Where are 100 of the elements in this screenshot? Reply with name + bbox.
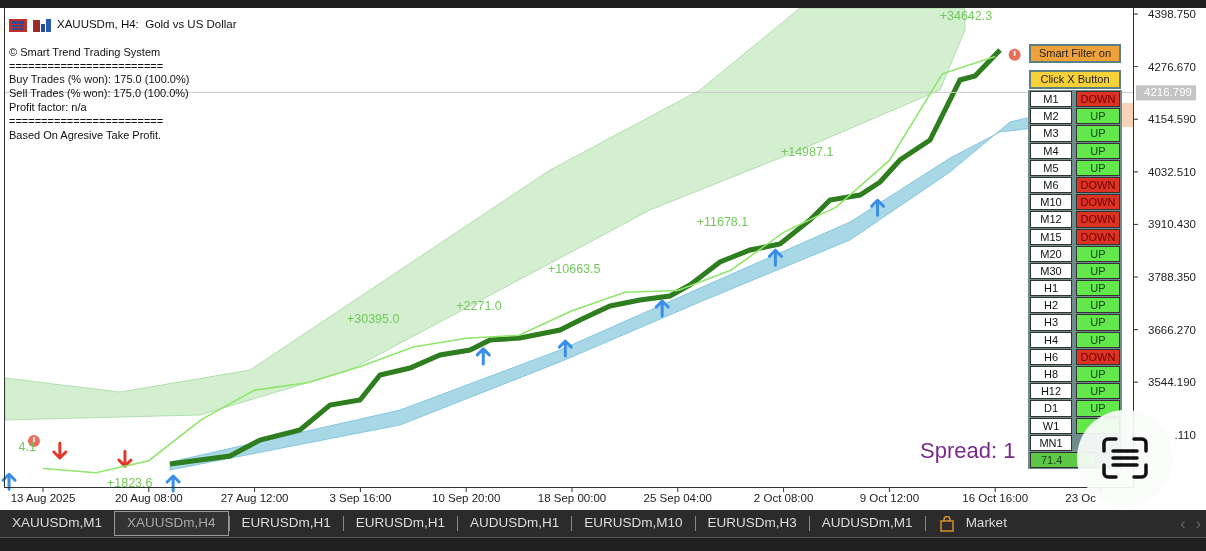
trend-cell: UP — [1076, 383, 1120, 400]
trend-cell: UP — [1076, 159, 1120, 176]
axis-label: 20 Aug 08:00 — [114, 492, 183, 504]
arrow-up-icon — [767, 248, 783, 267]
profit-label: +14987.1 — [780, 145, 834, 160]
info-text: ======================== — [9, 59, 165, 74]
arrow-up-icon — [165, 474, 181, 493]
timeframe-label: H3 — [1030, 314, 1072, 331]
axis-label: 3788.350 — [1148, 271, 1196, 283]
arrow-down-icon — [117, 449, 133, 468]
timeframe-label: H8 — [1030, 366, 1072, 383]
action-button[interactable]: Click X Button — [1029, 70, 1121, 89]
profit-label: +2271.0 — [456, 299, 502, 314]
axis-label: 3666.270 — [1148, 323, 1196, 336]
chart-tab[interactable]: EURUSDm,H1 — [343, 510, 458, 537]
info-text: Based On Agresive Take Profit. — [9, 128, 163, 143]
table-icon — [9, 18, 27, 32]
trend-cell: DOWN — [1076, 194, 1120, 211]
trend-cell: UP — [1076, 142, 1120, 159]
chart-tab[interactable]: EURUSDm,H3 — [695, 510, 809, 537]
arrow-down-icon — [52, 441, 68, 460]
profit-label: +1823.6 — [106, 476, 153, 491]
timeframe-label: H1 — [1030, 280, 1072, 297]
axis-label: 27 Aug 12:00 — [220, 492, 289, 504]
info-text: © Smart Trend Trading System — [9, 45, 162, 60]
market-tab[interactable]: Market — [925, 510, 1019, 537]
arrow-up-icon — [870, 198, 886, 217]
arrow-up-icon — [557, 339, 573, 358]
info-text: Profit factor: n/a — [9, 101, 88, 115]
info-text: Sell Trades (% won): 175.0 (100.0%) — [9, 87, 190, 101]
timeframe-label: M4 — [1030, 142, 1072, 159]
axis-label: .110 — [1174, 428, 1196, 441]
filter-button[interactable]: Smart Filter on — [1029, 44, 1121, 63]
axis-label: 4398.750 — [1148, 8, 1196, 20]
axis-label: 3544.190 — [1148, 376, 1196, 389]
axis-label: 23 Oc — [1065, 492, 1096, 504]
timeframe-label: W1 — [1030, 417, 1072, 434]
trend-cell: UP — [1076, 366, 1120, 383]
profit-label: +34642.3 — [939, 9, 993, 24]
axis-label: 13 Aug 2025 — [10, 492, 76, 504]
profit-label: +11678.1 — [696, 215, 749, 229]
profit-label: 4.1 — [18, 439, 36, 454]
chart-tab[interactable]: AUDUSDm,M1 — [809, 510, 925, 537]
trend-cell: UP — [1076, 314, 1120, 331]
timeframe-label: M30 — [1030, 262, 1072, 280]
chart-tab[interactable]: EURUSDm,M10 — [572, 510, 695, 537]
axis-label: 18 Sep 00:00 — [537, 492, 607, 504]
arrow-up-icon — [475, 347, 491, 366]
timeframe-label: M6 — [1030, 176, 1072, 194]
trend-cell: DOWN — [1076, 91, 1120, 108]
axis-label: 16 Oct 16:00 — [962, 492, 1029, 504]
axis-label: 9 Oct 12:00 — [859, 492, 920, 504]
trend-cell: DOWN — [1076, 211, 1120, 228]
chart-tab[interactable]: XAUUSDm,H4 — [114, 511, 229, 536]
info-text: ======================== — [9, 114, 165, 129]
trend-cell: UP — [1076, 400, 1120, 417]
trend-cell: UP — [1076, 245, 1120, 262]
info-text: Buy Trades (% won): 175.0 (100.0%) — [9, 73, 191, 88]
axis-label: 4276.670 — [1148, 60, 1196, 73]
timeframe-label: M10 — [1030, 194, 1072, 211]
price-tag: 4216.799 — [1136, 85, 1196, 101]
timeframe-label: MN1 — [1030, 434, 1072, 451]
timeframe-label: M5 — [1030, 159, 1072, 176]
exit-icon — [1008, 48, 1021, 61]
timeframe-label: M2 — [1030, 108, 1072, 125]
timeframe-label: H12 — [1030, 383, 1072, 400]
axis-label: 10 Sep 20:00 — [432, 492, 501, 504]
shopping-bag-icon — [939, 515, 954, 532]
timeframe-label: D1 — [1030, 400, 1072, 417]
timeframe-label: H4 — [1030, 331, 1072, 348]
scan-icon — [1102, 437, 1148, 479]
axis-label: 4154.590 — [1148, 113, 1196, 126]
timeframe-label: M3 — [1030, 125, 1072, 142]
timeframe-label: M15 — [1030, 228, 1072, 245]
trend-cell: UP — [1076, 125, 1120, 142]
timeframe-label: M12 — [1030, 211, 1072, 228]
timeframe-label: H6 — [1030, 348, 1072, 365]
trend-cell: DOWN — [1076, 228, 1120, 245]
axis-label: 4032.510 — [1148, 165, 1196, 178]
chart-title: XAUUSDm, H4: Gold vs US Dollar — [57, 18, 237, 32]
arrow-up-icon — [1, 472, 17, 491]
axis-label: 3910.430 — [1148, 218, 1196, 231]
axis-label: 25 Sep 04:00 — [643, 492, 712, 504]
spread-text: Spread: 1 — [920, 437, 1016, 465]
trend-cell: DOWN — [1076, 348, 1120, 365]
chart-tab[interactable]: XAUUSDm,M1 — [0, 510, 114, 537]
profit-label: +30395.0 — [346, 311, 400, 326]
timeframe-label: M20 — [1030, 245, 1072, 262]
timeframe-label: H2 — [1030, 297, 1072, 314]
trend-cell: UP — [1076, 280, 1120, 297]
chart-tab[interactable]: EURUSDm,H1 — [229, 510, 343, 537]
axis-label: 2 Oct 08:00 — [753, 492, 814, 504]
timeframe-label: M1 — [1030, 91, 1072, 108]
trend-cell: UP — [1076, 331, 1120, 348]
profit-label: +10663.5 — [548, 262, 601, 276]
chart-tab[interactable]: AUDUSDm,H1 — [458, 510, 572, 537]
trend-cell: UP — [1076, 108, 1120, 125]
axis-label: 3 Sep 16:00 — [329, 492, 392, 504]
trend-cell: UP — [1076, 297, 1120, 314]
trend-cell: UP — [1076, 262, 1120, 280]
